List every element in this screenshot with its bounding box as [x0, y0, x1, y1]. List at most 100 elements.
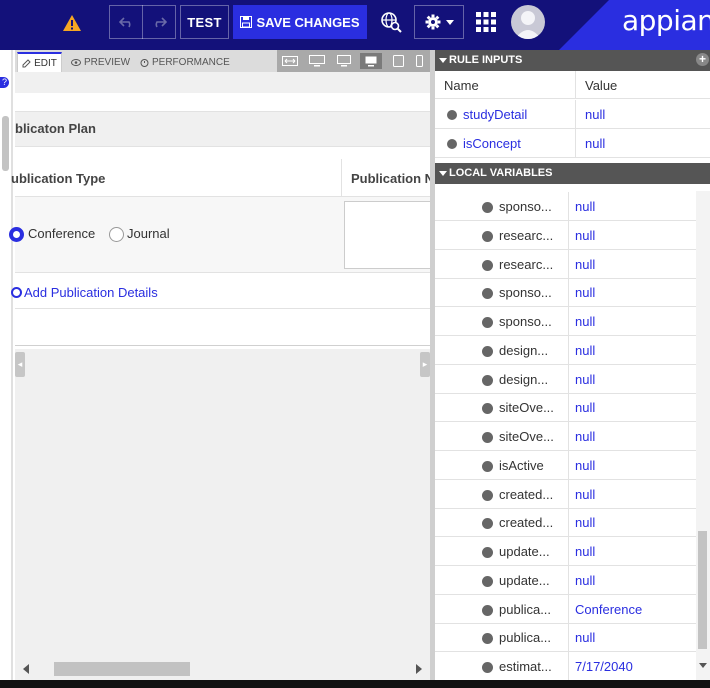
local-variable-value[interactable]: null	[575, 544, 595, 559]
rule-input-value[interactable]: null	[585, 136, 605, 151]
warning-icon[interactable]	[58, 10, 86, 36]
radio-conference[interactable]	[9, 227, 24, 242]
tab-performance[interactable]: PERFORMANCE	[140, 52, 230, 72]
local-variable-row[interactable]: researc... null	[435, 220, 696, 250]
local-variable-row[interactable]: sponso... null	[435, 192, 696, 221]
local-variable-name[interactable]: researc...	[499, 228, 553, 243]
add-rule-input-icon[interactable]: +	[696, 53, 709, 66]
rule-input-name[interactable]: studyDetail	[463, 107, 527, 122]
local-variable-row[interactable]: sponso... null	[435, 307, 696, 336]
variable-dot-icon	[482, 662, 493, 673]
local-variable-row[interactable]: isActive null	[435, 450, 696, 480]
desktop-wide-icon[interactable]	[306, 53, 328, 69]
local-variable-value[interactable]: null	[575, 199, 595, 214]
publication-name-field[interactable]	[344, 201, 434, 269]
help-icon[interactable]: ?	[0, 77, 9, 88]
local-variable-row[interactable]: researc... null	[435, 249, 696, 279]
local-variable-row[interactable]: publica... Conference	[435, 594, 696, 624]
laptop-icon[interactable]	[360, 53, 382, 69]
local-variable-name[interactable]: researc...	[499, 257, 553, 272]
local-variable-row[interactable]: publica... null	[435, 623, 696, 653]
rule-input-row[interactable]: isConcept null	[435, 129, 710, 158]
local-variable-row[interactable]: design... null	[435, 364, 696, 394]
local-variable-value[interactable]: null	[575, 285, 595, 300]
desktop-icon[interactable]	[333, 53, 355, 69]
collapse-right-handle[interactable]: ▸	[420, 352, 430, 377]
local-variable-name[interactable]: sponso...	[499, 314, 552, 329]
local-variable-row[interactable]: created... null	[435, 479, 696, 509]
scroll-right-arrow-icon[interactable]	[416, 664, 422, 674]
local-variable-value[interactable]: null	[575, 630, 595, 645]
radio-conference-label[interactable]: Conference	[28, 226, 95, 241]
undo-button[interactable]	[109, 5, 143, 39]
vertical-scrollbar[interactable]	[696, 191, 710, 688]
column-divider	[575, 129, 576, 157]
test-button[interactable]: TEST	[180, 5, 229, 39]
rule-inputs-title: RULE INPUTS	[449, 54, 523, 66]
local-variable-name[interactable]: siteOve...	[499, 429, 554, 444]
local-variable-value[interactable]: null	[575, 343, 595, 358]
tablet-icon[interactable]	[387, 53, 409, 69]
local-variable-row[interactable]: design... null	[435, 335, 696, 365]
apps-grid-button[interactable]	[474, 5, 498, 39]
local-variable-name[interactable]: created...	[499, 487, 553, 502]
local-variable-value[interactable]: null	[575, 573, 595, 588]
local-variable-value[interactable]: null	[575, 257, 595, 272]
local-variable-value[interactable]: null	[575, 228, 595, 243]
radio-journal[interactable]	[109, 227, 124, 242]
local-variable-name[interactable]: siteOve...	[499, 400, 554, 415]
local-variables-header[interactable]: LOCAL VARIABLES	[435, 163, 710, 184]
local-variable-row[interactable]: siteOve... null	[435, 422, 696, 451]
local-variable-row[interactable]: update... null	[435, 537, 696, 566]
horizontal-scrollbar[interactable]	[15, 658, 430, 680]
user-avatar[interactable]	[511, 5, 545, 39]
local-variable-row[interactable]: created... null	[435, 508, 696, 538]
local-variable-value[interactable]: 7/17/2040	[575, 659, 633, 674]
local-variable-name[interactable]: design...	[499, 372, 548, 387]
rule-input-name[interactable]: isConcept	[463, 136, 521, 151]
local-variable-value[interactable]: null	[575, 515, 595, 530]
settings-menu-button[interactable]	[414, 5, 464, 39]
inspect-button[interactable]	[377, 5, 405, 39]
local-variable-name[interactable]: sponso...	[499, 285, 552, 300]
local-variable-value[interactable]: null	[575, 458, 595, 473]
collapse-left-handle[interactable]: ◂	[15, 352, 25, 377]
local-variable-name[interactable]: created...	[499, 515, 553, 530]
radio-journal-label[interactable]: Journal	[127, 226, 170, 241]
local-variable-row[interactable]: siteOve... null	[435, 393, 696, 423]
scroll-thumb[interactable]	[54, 662, 190, 676]
local-variable-value[interactable]: Conference	[575, 602, 642, 617]
local-variable-name[interactable]: design...	[499, 343, 548, 358]
scroll-thumb[interactable]	[698, 531, 707, 649]
scroll-down-arrow-icon[interactable]	[699, 663, 707, 668]
local-variable-value[interactable]: null	[575, 314, 595, 329]
local-variable-row[interactable]: sponso... null	[435, 278, 696, 308]
local-variable-name[interactable]: estimat...	[499, 659, 552, 674]
local-variable-name[interactable]: publica...	[499, 630, 551, 645]
design-canvas: blicaton Plan ublication Type Publicatio…	[9, 93, 434, 349]
scroll-left-arrow-icon[interactable]	[23, 664, 29, 674]
fit-width-icon[interactable]	[279, 53, 301, 69]
eye-icon	[71, 58, 81, 66]
local-variable-value[interactable]: null	[575, 429, 595, 444]
local-variable-name[interactable]: publica...	[499, 602, 551, 617]
save-changes-button[interactable]: SAVE CHANGES	[233, 5, 367, 39]
left-scroll-thumb[interactable]	[2, 116, 9, 171]
local-variable-value[interactable]: null	[575, 372, 595, 387]
rule-input-row[interactable]: studyDetail null	[435, 100, 710, 129]
local-variable-value[interactable]: null	[575, 487, 595, 502]
local-variable-row[interactable]: estimat... 7/17/2040	[435, 652, 696, 681]
local-variable-row[interactable]: update... null	[435, 565, 696, 595]
tab-preview[interactable]: PREVIEW	[71, 52, 130, 72]
phone-icon[interactable]	[408, 53, 430, 69]
rule-input-value[interactable]: null	[585, 107, 605, 122]
add-publication-details-link[interactable]: Add Publication Details	[11, 285, 158, 300]
local-variable-name[interactable]: update...	[499, 544, 550, 559]
local-variable-name[interactable]: isActive	[499, 458, 544, 473]
tab-edit[interactable]: EDIT	[17, 52, 62, 72]
local-variable-name[interactable]: sponso...	[499, 199, 552, 214]
rule-inputs-header[interactable]: RULE INPUTS +	[435, 50, 710, 71]
local-variable-value[interactable]: null	[575, 400, 595, 415]
local-variable-name[interactable]: update...	[499, 573, 550, 588]
redo-button[interactable]	[142, 5, 176, 39]
